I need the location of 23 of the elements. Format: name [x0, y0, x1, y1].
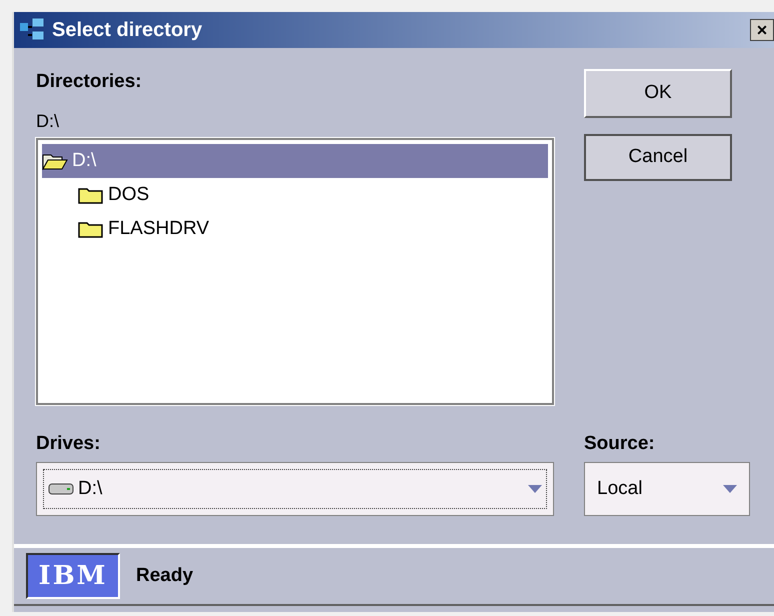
drive-value: D:\	[78, 476, 104, 501]
dropdown-arrow-icon	[723, 485, 737, 493]
drive-icon	[48, 482, 74, 496]
open-folder-icon	[42, 152, 68, 170]
source-dropdown[interactable]: Local	[584, 462, 750, 516]
drives-label: Drives:	[36, 432, 102, 456]
status-text: Ready	[136, 564, 194, 588]
current-path: D:\	[36, 110, 60, 133]
tree-item[interactable]: FLASHDRV	[42, 212, 548, 246]
folder-icon	[78, 186, 104, 204]
source-value: Local	[597, 476, 644, 501]
close-button[interactable]: ×	[750, 19, 774, 41]
folder-icon	[78, 220, 104, 238]
dropdown-arrow-icon	[528, 485, 542, 493]
source-label: Source:	[584, 432, 656, 456]
logo: IBM	[26, 553, 120, 599]
ok-button[interactable]: OK	[584, 69, 732, 118]
cancel-button[interactable]: Cancel	[584, 134, 732, 181]
window-title: Select directory	[52, 18, 204, 43]
directories-label: Directories:	[36, 70, 143, 94]
tree-item[interactable]: DOS	[42, 178, 548, 212]
drives-dropdown[interactable]: D:\	[36, 462, 554, 516]
tree-item[interactable]: D:\	[42, 144, 548, 178]
